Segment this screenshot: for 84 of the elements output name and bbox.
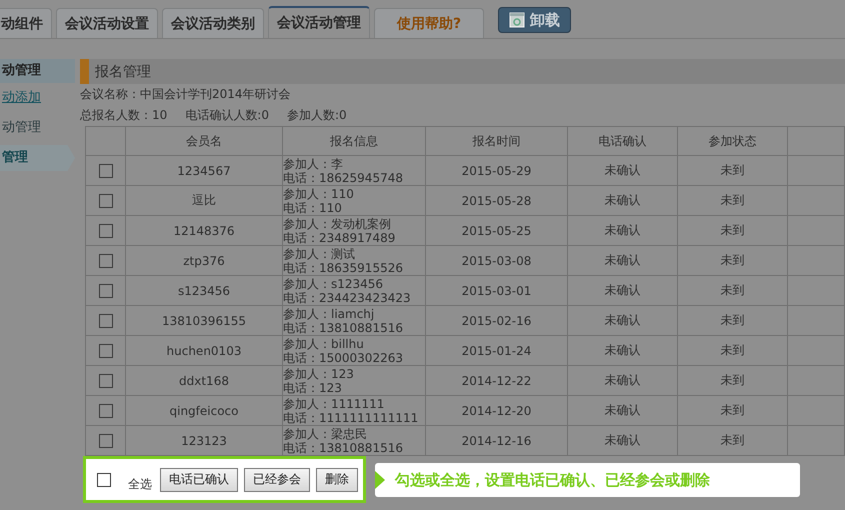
date-cell: 2015-05-28	[426, 186, 568, 216]
phone-status-cell: 未确认	[568, 216, 678, 246]
uninstall-button[interactable]: 卸载	[498, 7, 571, 33]
member-cell: 13810396155	[126, 306, 282, 336]
member-cell: 12148376	[126, 216, 282, 246]
info-cell: 参加人：billhu 电话：15000302263	[282, 336, 426, 366]
date-cell: 2014-12-22	[426, 366, 568, 396]
member-cell: 逗比	[126, 186, 282, 216]
info-cell: 参加人：s123456 电话：234423423423	[282, 276, 426, 306]
sidebar-item[interactable]: 动添加	[0, 83, 75, 113]
attend-status-cell: 未到	[678, 426, 788, 456]
sidebar-title: 动管理	[0, 59, 75, 83]
action-button[interactable]: 已经参会	[244, 468, 310, 492]
phone-status-cell: 未确认	[568, 186, 678, 216]
info-cell: 参加人：123 电话：123	[282, 366, 426, 396]
section-title: 报名管理	[94, 62, 151, 80]
date-cell: 2014-12-20	[426, 396, 568, 426]
info-cell: 参加人：发动机案例 电话：2348917489	[282, 216, 426, 246]
date-cell: 2015-05-25	[426, 216, 568, 246]
date-cell: 2015-01-24	[426, 336, 568, 366]
date-cell: 2015-05-29	[426, 156, 568, 186]
info-cell: 参加人：李 电话：18625945748	[282, 156, 426, 186]
stat-text: 总报名人数：10	[80, 106, 168, 124]
row-checkbox[interactable]	[98, 404, 112, 418]
column-header: 会员名	[126, 126, 282, 156]
phone-status-cell: 未确认	[568, 366, 678, 396]
action-button[interactable]: 删除	[316, 468, 358, 492]
attend-status-cell: 未到	[678, 366, 788, 396]
info-cell: 参加人：liamchj 电话：13810881516	[282, 306, 426, 336]
phone-status-cell: 未确认	[568, 276, 678, 306]
tab[interactable]: 动组件	[0, 8, 52, 38]
info-cell: 参加人：测试 电话：18635915526	[282, 246, 426, 276]
select-all-checkbox[interactable]	[97, 472, 111, 486]
tab[interactable]: 会议活动管理	[268, 6, 370, 38]
row-checkbox[interactable]	[98, 194, 112, 208]
attend-status-cell: 未到	[678, 216, 788, 246]
column-header: 电话确认	[568, 126, 678, 156]
phone-status-cell: 未确认	[568, 306, 678, 336]
member-cell: ztp376	[126, 246, 282, 276]
row-checkbox[interactable]	[98, 434, 112, 448]
date-cell: 2014-12-16	[426, 426, 568, 456]
meeting-name: 会议名称：中国会计学刊2014年研讨会	[80, 86, 292, 103]
column-header: 报名时间	[426, 126, 568, 156]
member-cell: s123456	[126, 276, 282, 306]
pointer-icon	[375, 471, 385, 489]
phone-status-cell: 未确认	[568, 396, 678, 426]
info-cell: 参加人：1111111 电话：1111111111111	[282, 396, 426, 426]
row-checkbox[interactable]	[98, 344, 112, 358]
attend-status-cell: 未到	[678, 246, 788, 276]
phone-status-cell: 未确认	[568, 426, 678, 456]
row-checkbox[interactable]	[98, 374, 112, 388]
stat-text: 电话确认人数:0	[185, 106, 269, 124]
date-cell: 2015-02-16	[426, 306, 568, 336]
row-checkbox[interactable]	[98, 314, 112, 328]
row-checkbox[interactable]	[98, 164, 112, 178]
tooltip-text: 勾选或全选，设置电话已确认、已经参会或删除	[395, 470, 710, 490]
member-cell: qingfeicoco	[126, 396, 282, 426]
attend-status-cell: 未到	[678, 156, 788, 186]
date-cell: 2015-03-08	[426, 246, 568, 276]
phone-status-cell: 未确认	[568, 336, 678, 366]
column-header: 参加状态	[678, 126, 788, 156]
attend-status-cell: 未到	[678, 186, 788, 216]
date-cell: 2015-03-01	[426, 276, 568, 306]
stat-text: 参加人数:0	[286, 106, 347, 124]
phone-status-cell: 未确认	[568, 156, 678, 186]
info-cell: 参加人：110 电话：110	[282, 186, 426, 216]
phone-status-cell: 未确认	[568, 246, 678, 276]
attend-status-cell: 未到	[678, 396, 788, 426]
member-cell: ddxt168	[126, 366, 282, 396]
sidebar-item[interactable]: 动管理	[0, 113, 75, 143]
tab[interactable]: 会议活动设置	[56, 8, 158, 38]
select-all-label: 全选	[128, 476, 152, 493]
sidebar-item[interactable]: 管理	[0, 145, 75, 171]
column-header: 报名信息	[282, 126, 426, 156]
tab[interactable]: 会议活动类别	[162, 8, 264, 38]
attend-status-cell: 未到	[678, 336, 788, 366]
action-button[interactable]: 电话已确认	[160, 468, 238, 492]
attend-status-cell: 未到	[678, 276, 788, 306]
row-checkbox[interactable]	[98, 284, 112, 298]
member-cell: 1234567	[126, 156, 282, 186]
attend-status-cell: 未到	[678, 306, 788, 336]
member-cell: huchen0103	[126, 336, 282, 366]
row-checkbox[interactable]	[98, 224, 112, 238]
row-checkbox[interactable]	[98, 254, 112, 268]
